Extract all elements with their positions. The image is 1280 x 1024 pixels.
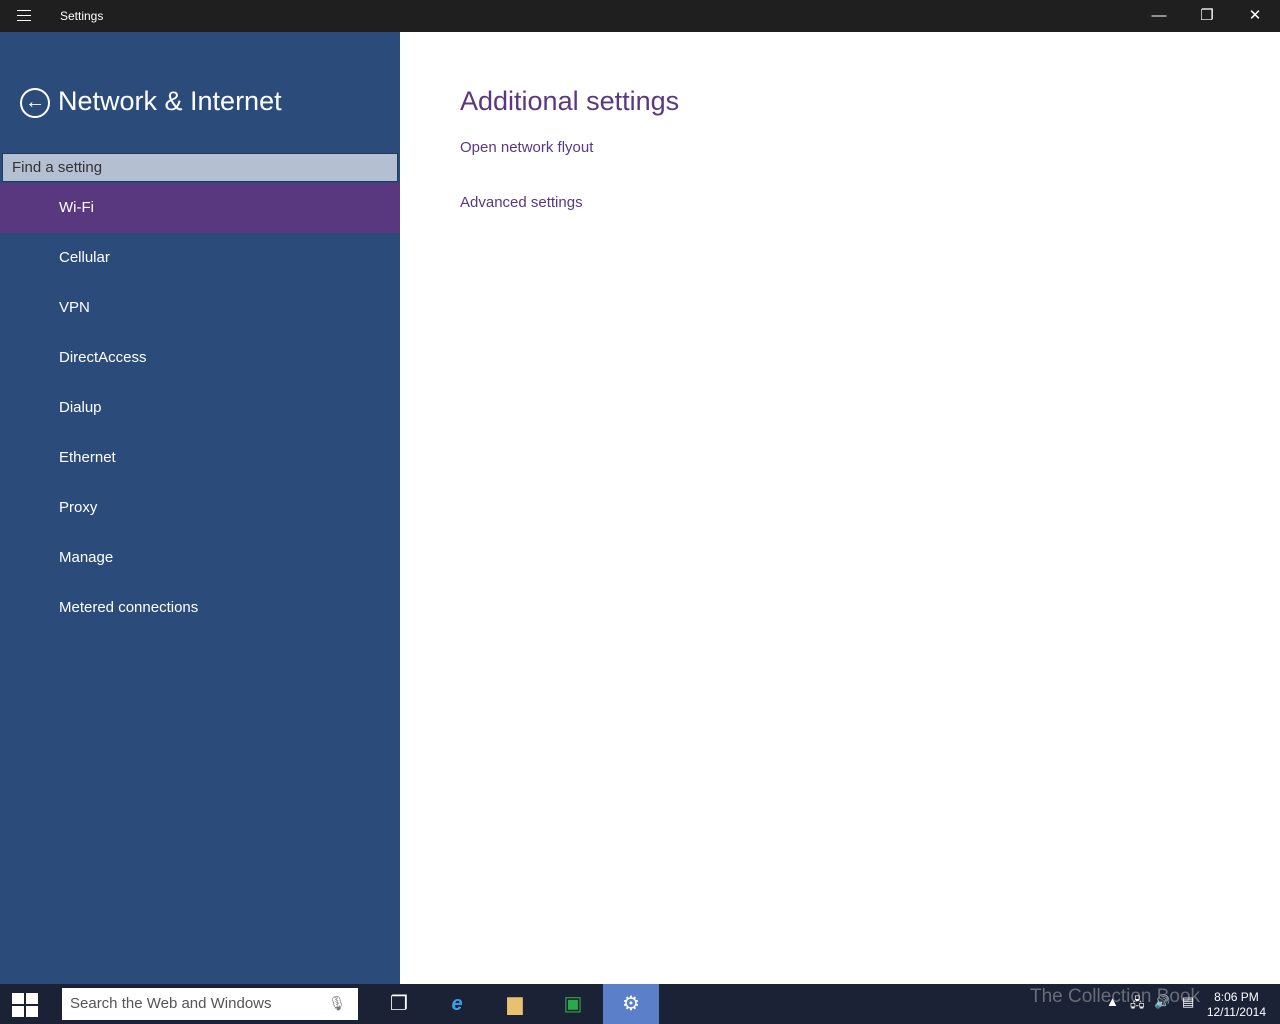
nav-item-cellular[interactable]: Cellular [0,233,400,283]
app-title: Settings [60,9,104,23]
section-title: Network & Internet [58,86,282,116]
time: 8:06 PM [1214,990,1259,1004]
nav-item-manage[interactable]: Manage [0,533,400,583]
task-view-icon[interactable]: ❐ [371,984,427,1024]
internet-explorer-icon[interactable]: e [429,984,485,1024]
title-bar: Settings — ❐ ✕ [0,0,1280,32]
hamburger-menu-icon[interactable] [17,10,31,21]
minimize-button[interactable]: — [1136,0,1182,32]
restore-button[interactable]: ❐ [1184,0,1230,32]
volume-icon[interactable]: 🔊 [1154,994,1170,1010]
taskbar-search-input[interactable]: Search the Web and Windows 🎙 [62,988,358,1020]
nav-item-ethernet[interactable]: Ethernet [0,433,400,483]
back-arrow-icon[interactable]: ← [20,88,50,118]
settings-icon[interactable]: ⚙ [603,984,659,1024]
file-explorer-icon[interactable]: ▆ [487,984,543,1024]
advanced-settings-link[interactable]: Advanced settings [460,194,583,211]
show-hidden-icons-icon[interactable]: ▲ [1106,994,1119,1009]
open-network-flyout-link[interactable]: Open network flyout [460,139,593,156]
nav-item-vpn[interactable]: VPN [0,283,400,333]
store-icon[interactable]: ▣ [545,984,601,1024]
clock[interactable]: 8:06 PM 12/11/2014 [1207,990,1266,1020]
date: 12/11/2014 [1206,1005,1266,1019]
microphone-icon[interactable]: 🎙 [328,995,346,1012]
windows-start-icon[interactable] [12,993,38,1017]
taskbar-search-placeholder: Search the Web and Windows [70,995,272,1012]
nav-item-directaccess[interactable]: DirectAccess [0,333,400,383]
action-center-icon[interactable]: ▤ [1182,994,1194,1010]
nav-item-metered-connections[interactable]: Metered connections [0,583,400,633]
network-icon[interactable]: 🖧 [1130,994,1145,1016]
nav-item-proxy[interactable]: Proxy [0,483,400,533]
page-title: Additional settings [460,86,680,116]
taskbar: Search the Web and Windows 🎙 ❐ e ▆ ▣ ⚙ T… [0,984,1280,1024]
nav-item-dialup[interactable]: Dialup [0,383,400,433]
close-button[interactable]: ✕ [1232,0,1278,32]
find-setting-input[interactable]: Find a setting [2,153,398,182]
nav-item-wifi[interactable]: Wi-Fi [0,183,400,233]
sidebar: ← Network & Internet Find a setting Wi-F… [0,32,400,984]
